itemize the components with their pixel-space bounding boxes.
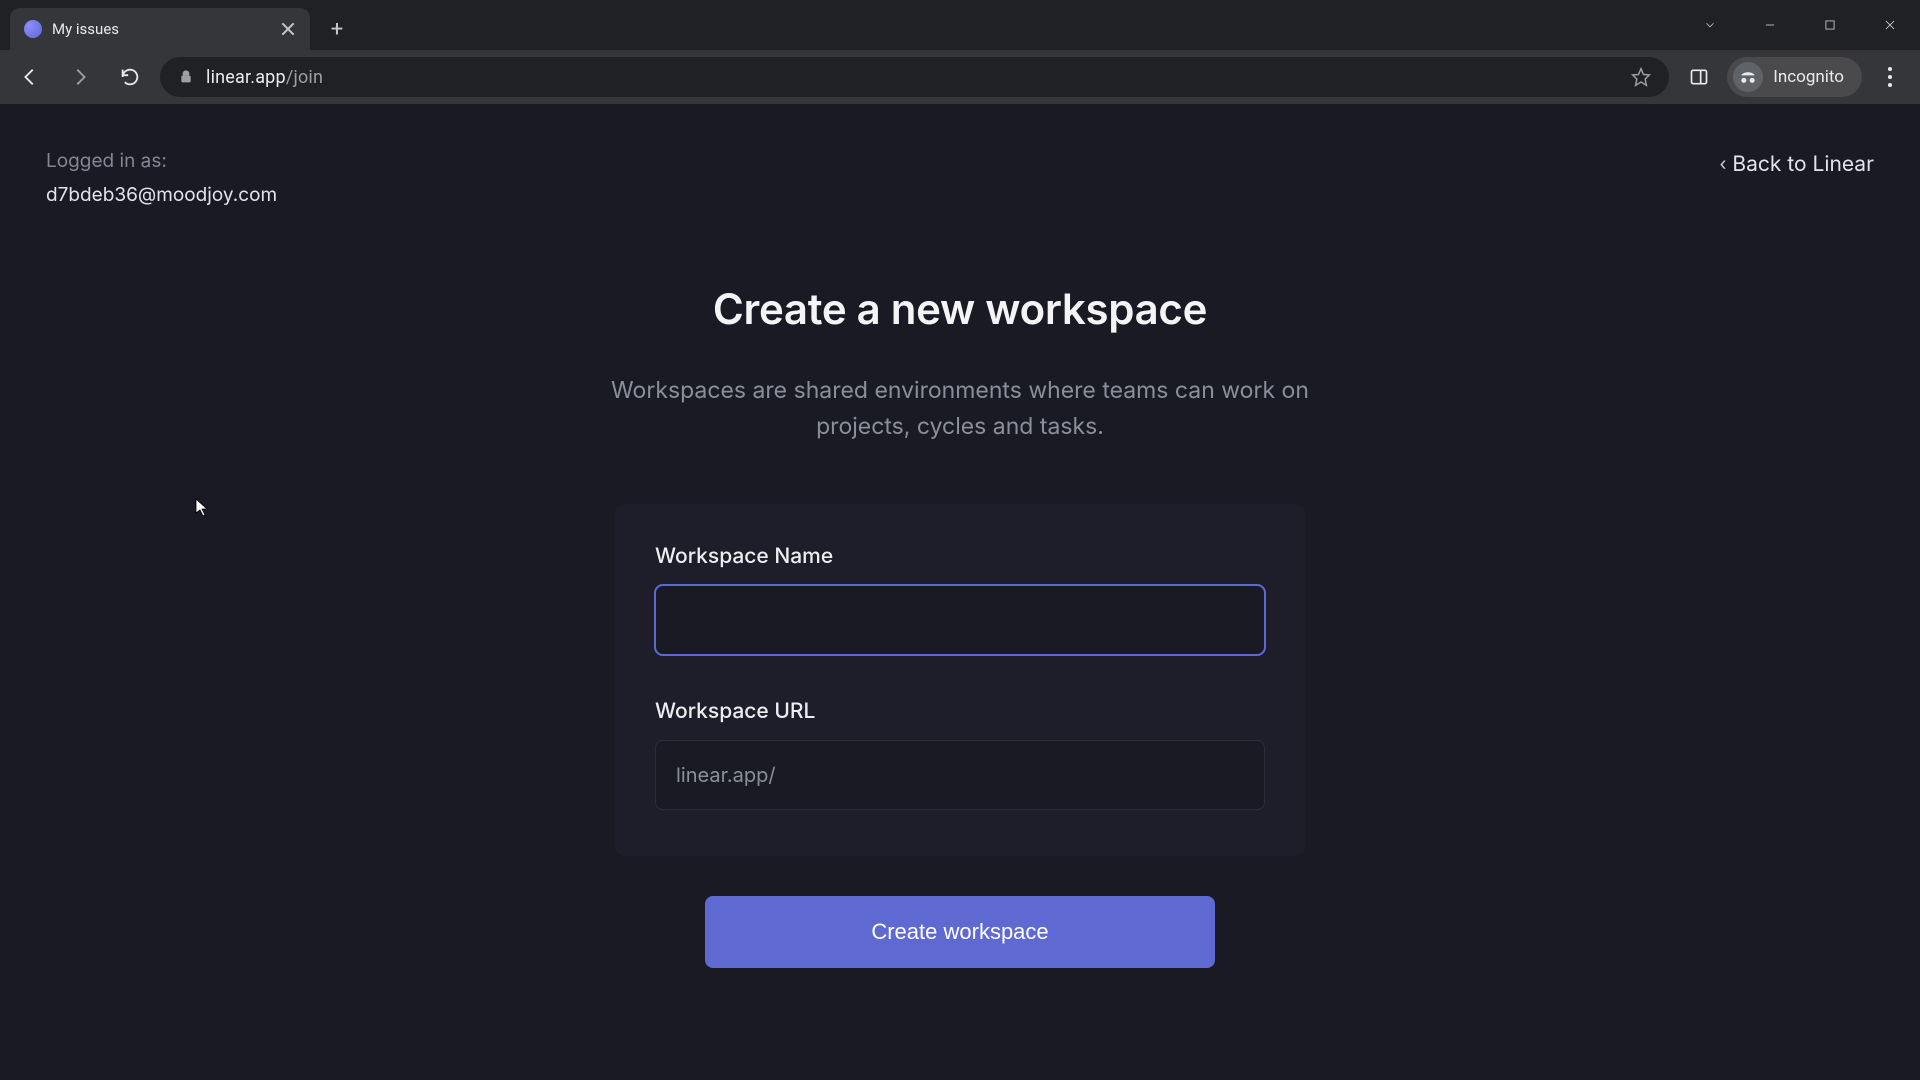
url-host: linear.app <box>206 67 286 88</box>
incognito-chip[interactable]: Incognito <box>1727 57 1862 97</box>
side-panel-button[interactable] <box>1679 57 1719 97</box>
tabs-dropdown-button[interactable] <box>1680 5 1740 45</box>
page-content: Logged in as: d7bdeb36@moodjoy.com ‹ Bac… <box>0 104 1920 1080</box>
window-maximize-button[interactable] <box>1800 5 1860 45</box>
tab-title: My issues <box>52 20 270 38</box>
logged-in-email: d7bdeb36@moodjoy.com <box>46 180 277 210</box>
page-title: Create a new workspace <box>713 284 1207 335</box>
logged-in-label: Logged in as: <box>46 146 277 176</box>
url-path: /join <box>286 67 323 88</box>
main-column: Create a new workspace Workspaces are sh… <box>46 144 1874 968</box>
window-minimize-button[interactable] <box>1740 5 1800 45</box>
browser-tabstrip: My issues + <box>0 0 1920 50</box>
workspace-url-input[interactable] <box>776 764 1244 787</box>
nav-forward-button[interactable] <box>60 57 100 97</box>
nav-reload-button[interactable] <box>110 57 150 97</box>
nav-back-button[interactable] <box>10 57 50 97</box>
incognito-icon <box>1733 62 1763 92</box>
workspace-name-label: Workspace Name <box>655 544 1265 569</box>
create-workspace-button[interactable]: Create workspace <box>705 896 1215 968</box>
back-to-linear-link[interactable]: ‹ Back to Linear <box>1719 152 1874 177</box>
favicon-icon <box>24 20 42 38</box>
chevron-left-icon: ‹ <box>1719 154 1726 175</box>
workspace-name-input[interactable] <box>655 585 1265 655</box>
lock-icon <box>178 69 194 85</box>
back-link-label: Back to Linear <box>1732 152 1874 177</box>
url-text: linear.app/join <box>206 67 1619 88</box>
browser-tab[interactable]: My issues <box>10 8 310 50</box>
close-tab-icon[interactable] <box>280 21 296 37</box>
workspace-url-field[interactable]: linear.app/ <box>655 740 1265 810</box>
workspace-url-prefix: linear.app/ <box>676 763 776 787</box>
address-bar[interactable]: linear.app/join <box>160 57 1669 97</box>
incognito-label: Incognito <box>1773 67 1844 87</box>
browser-menu-button[interactable] <box>1870 57 1910 97</box>
browser-toolbar: linear.app/join Incognito <box>0 50 1920 104</box>
login-info: Logged in as: d7bdeb36@moodjoy.com <box>46 146 277 211</box>
new-tab-button[interactable]: + <box>320 12 354 46</box>
workspace-form: Workspace Name Workspace URL linear.app/ <box>615 504 1305 856</box>
workspace-url-label: Workspace URL <box>655 699 1265 724</box>
page-subtitle: Workspaces are shared environments where… <box>600 373 1320 444</box>
window-close-button[interactable] <box>1860 5 1920 45</box>
bookmark-star-icon[interactable] <box>1631 67 1651 87</box>
window-controls <box>1680 0 1920 50</box>
